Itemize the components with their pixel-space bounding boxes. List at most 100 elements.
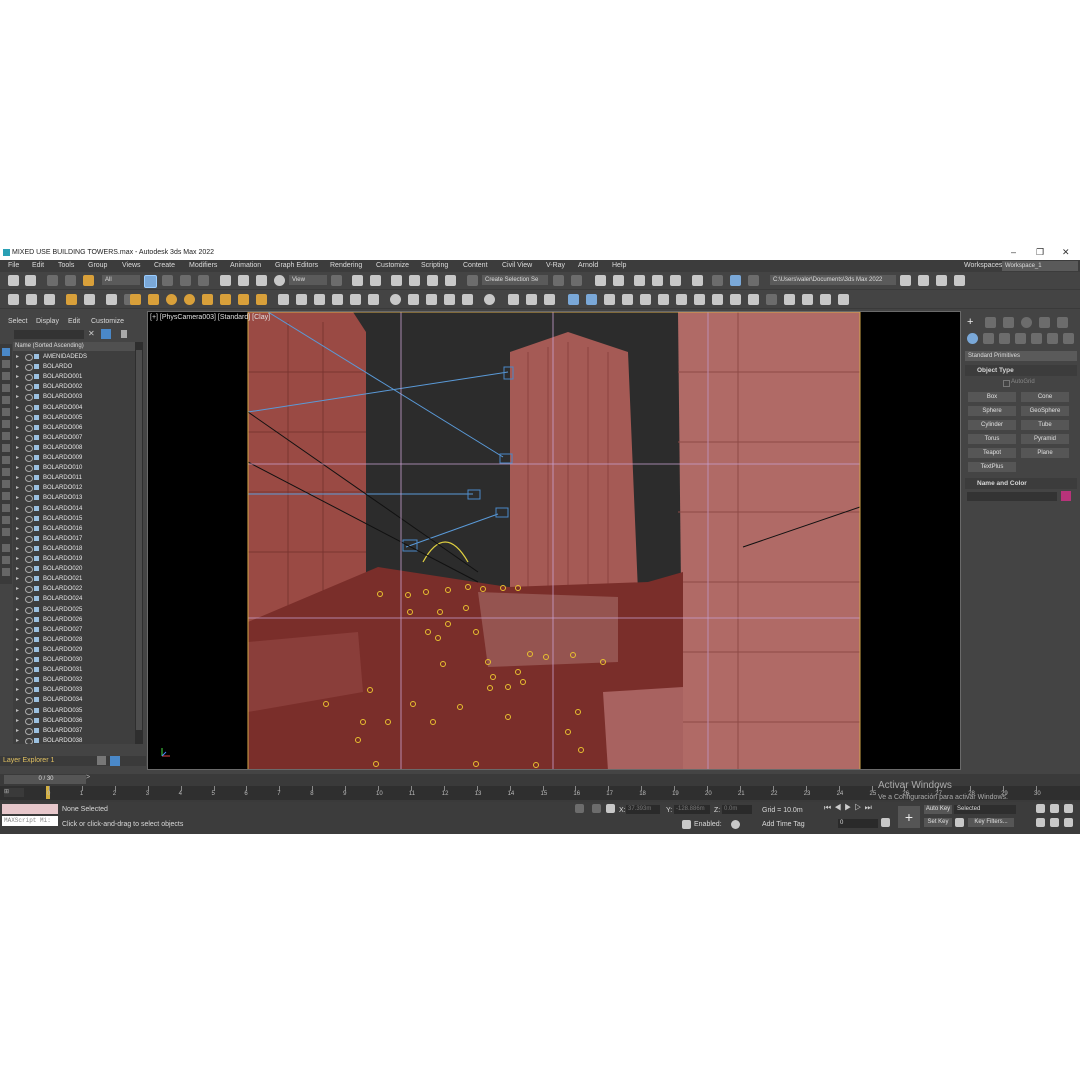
visibility-eye-icon[interactable] [25, 737, 33, 744]
arnold-photometric-icon[interactable] [676, 294, 687, 305]
visibility-eye-icon[interactable] [25, 525, 33, 533]
expand-arrow-icon[interactable]: ▸ [16, 655, 19, 665]
display-helpers-icon[interactable] [2, 408, 10, 416]
keyboard-shortcut-icon[interactable] [370, 275, 381, 286]
project-folder-icon[interactable] [900, 275, 911, 286]
expand-arrow-icon[interactable]: ▸ [16, 544, 19, 554]
list-item[interactable]: ▸ BOLARDO021 [13, 574, 135, 584]
layer-manager-icon[interactable] [2, 544, 10, 552]
percent-snap-icon[interactable] [427, 275, 438, 286]
list-item[interactable]: ▸ BOLARDO038 [13, 736, 135, 744]
rotate-icon[interactable] [238, 275, 249, 286]
list-item[interactable]: ▸ BOLARDO015 [13, 514, 135, 524]
list-item[interactable]: ▸ BOLARDO032 [13, 675, 135, 685]
explorer-menu-customize[interactable]: Customize [91, 318, 124, 325]
workspace-dropdown[interactable]: Workspace_1 [1002, 261, 1078, 271]
visibility-eye-icon[interactable] [25, 545, 33, 553]
expand-arrow-icon[interactable]: ▸ [16, 453, 19, 463]
expand-arrow-icon[interactable]: ▸ [16, 514, 19, 524]
selection-lock-icon[interactable] [592, 804, 601, 813]
menu-help[interactable]: Help [612, 262, 626, 269]
visibility-eye-icon[interactable] [25, 596, 33, 604]
arnold-shader-icon[interactable] [730, 294, 741, 305]
object-type-rollout[interactable]: Object Type [965, 365, 1077, 376]
arnold-spot-icon[interactable] [658, 294, 669, 305]
create-tab-icon[interactable]: + [967, 317, 977, 328]
list-item[interactable]: ▸ BOLARDO029 [13, 645, 135, 655]
list-item[interactable]: ▸ BOLARDO011 [13, 473, 135, 483]
curve-editor-icon[interactable] [652, 275, 663, 286]
selection-filter-dropdown[interactable]: All [102, 275, 140, 285]
vray-plane-light-icon[interactable] [130, 294, 141, 305]
list-icon[interactable] [526, 294, 537, 305]
save-folder-icon[interactable] [936, 275, 947, 286]
project-path-dropdown[interactable]: C:\Users\valer\Documents\3ds Max 2022 [770, 275, 896, 285]
shapes-category-icon[interactable] [983, 333, 994, 344]
filter-icon[interactable] [101, 329, 111, 339]
scene-explorer-icon[interactable] [595, 275, 606, 286]
minimize-button[interactable]: – [1011, 247, 1016, 257]
expand-arrow-icon[interactable]: ▸ [16, 382, 19, 392]
list-item[interactable]: ▸ AMENIDADEDS [13, 352, 135, 362]
zoom-icon[interactable] [1036, 804, 1045, 813]
expand-arrow-icon[interactable]: ▸ [16, 463, 19, 473]
auto-key-button[interactable]: Auto Key [924, 805, 952, 814]
display-xrefs-icon[interactable] [2, 444, 10, 452]
modify-tab-icon[interactable] [985, 317, 996, 328]
visibility-eye-icon[interactable] [25, 374, 33, 382]
lock-icon[interactable] [121, 330, 127, 338]
maxscript-listener-pink[interactable] [2, 804, 58, 814]
visibility-eye-icon[interactable] [25, 475, 33, 483]
list-item[interactable]: ▸ BOLARDO006 [13, 423, 135, 433]
display-lights-icon[interactable] [2, 384, 10, 392]
visibility-eye-icon[interactable] [25, 384, 33, 392]
display-spacewarps-icon[interactable] [2, 420, 10, 428]
menu-vray[interactable]: V-Ray [546, 262, 565, 269]
arnold-mesh-light-icon[interactable] [640, 294, 651, 305]
visibility-eye-icon[interactable] [25, 697, 33, 705]
arnold-lights-icon[interactable] [784, 294, 795, 305]
enabled-toggle-icon[interactable] [731, 820, 740, 829]
list-item[interactable]: ▸ BOLARDO026 [13, 615, 135, 625]
link-icon[interactable] [47, 275, 58, 286]
vray-mesh-light-icon[interactable] [220, 294, 231, 305]
expand-arrow-icon[interactable]: ▸ [16, 625, 19, 635]
bind-space-warp-icon[interactable] [83, 275, 94, 286]
rectangular-selection-icon[interactable] [180, 275, 191, 286]
arnold-settings-icon[interactable] [748, 294, 759, 305]
box-button[interactable]: Box [968, 392, 1016, 402]
list-item[interactable]: ▸ BOLARDO018 [13, 544, 135, 554]
visibility-eye-icon[interactable] [25, 677, 33, 685]
select-object-icon[interactable] [144, 275, 157, 288]
menu-group[interactable]: Group [88, 262, 107, 269]
cone-button[interactable]: Cone [1021, 392, 1069, 402]
expand-arrow-icon[interactable]: ▸ [16, 392, 19, 402]
sort-mode-icon[interactable] [110, 756, 120, 766]
menu-civil-view[interactable]: Civil View [502, 262, 532, 269]
display-cameras-icon[interactable] [2, 396, 10, 404]
visibility-eye-icon[interactable] [25, 606, 33, 614]
expand-arrow-icon[interactable]: ▸ [16, 665, 19, 675]
expand-arrow-icon[interactable]: ▸ [16, 413, 19, 423]
visibility-eye-icon[interactable] [25, 687, 33, 695]
list-item[interactable]: ▸ BOLARDO016 [13, 524, 135, 534]
cameras-category-icon[interactable] [1015, 333, 1026, 344]
visibility-eye-icon[interactable] [25, 354, 33, 361]
material-sphere-icon[interactable] [390, 294, 401, 305]
key-filters-button[interactable]: Key Filters... [968, 818, 1014, 827]
display-all-icon[interactable] [2, 504, 10, 512]
visibility-eye-icon[interactable] [25, 404, 33, 412]
explorer-menu-edit[interactable]: Edit [68, 318, 80, 325]
visibility-eye-icon[interactable] [25, 576, 33, 584]
visibility-eye-icon[interactable] [25, 455, 33, 462]
list-item[interactable]: ▸ BOLARDO009 [13, 453, 135, 463]
time-config-icon[interactable] [881, 818, 890, 827]
tube-button[interactable]: Tube [1021, 420, 1069, 430]
expand-arrow-icon[interactable]: ▸ [16, 605, 19, 615]
vray-proxy-icon[interactable] [84, 294, 95, 305]
snap-grid-icon[interactable] [508, 294, 519, 305]
reference-coord-dropdown[interactable]: View [289, 275, 327, 285]
layer-explorer-icon[interactable] [613, 275, 624, 286]
list-item[interactable]: ▸ BOLARDO024 [13, 594, 135, 604]
menu-views[interactable]: Views [122, 262, 141, 269]
